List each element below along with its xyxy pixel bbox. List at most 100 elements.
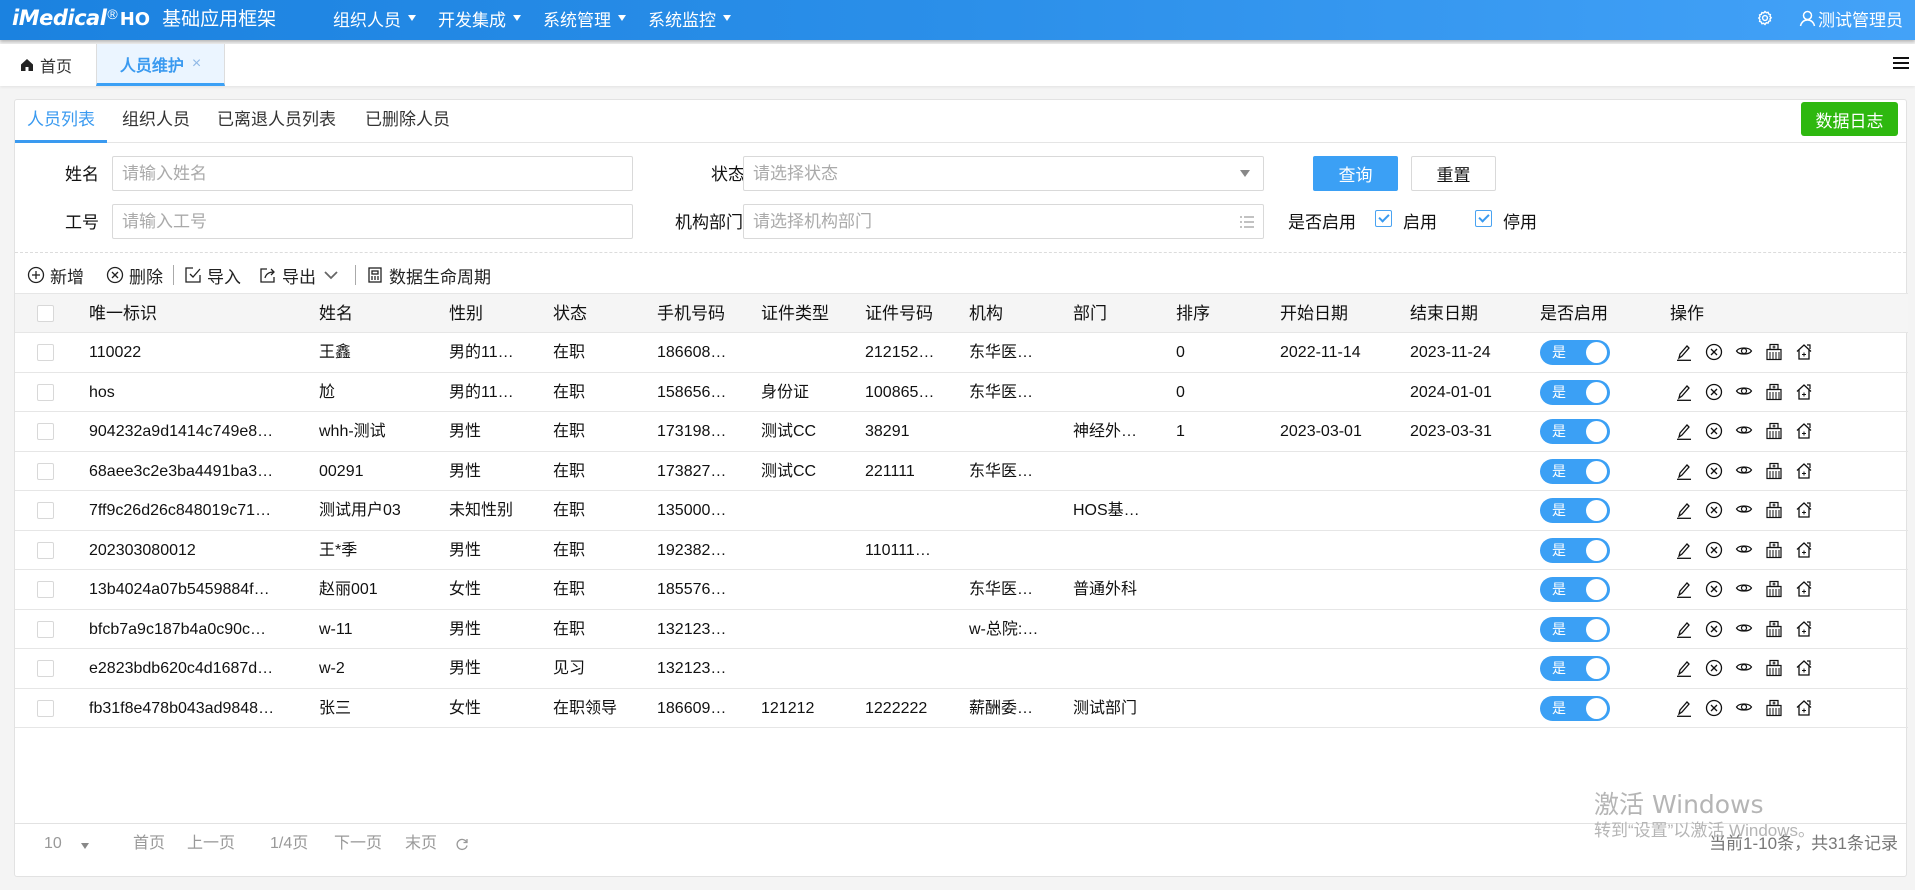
status-select[interactable] xyxy=(743,156,1264,191)
user-menu[interactable]: 测试管理员 xyxy=(1799,6,1903,31)
home-plus-icon[interactable] xyxy=(1795,343,1813,361)
enabled-toggle[interactable]: 是 xyxy=(1540,656,1610,681)
row-checkbox[interactable] xyxy=(37,383,54,401)
add-button[interactable]: 新增 xyxy=(27,263,84,288)
enabled-toggle[interactable]: 是 xyxy=(1540,379,1610,405)
col-cert-type[interactable]: 证件类型 xyxy=(761,294,829,334)
table-row[interactable]: bfcb7a9c187b4a0c90c… w-11 男性 在职 132123… w-总院:… xyxy=(15,610,1908,649)
table-row[interactable]: fb31f8e478b043ad9848… 张三 女性 在职领导 186609… 1212… xyxy=(15,689,1908,728)
hospital-icon[interactable] xyxy=(1765,659,1783,677)
cancel-icon[interactable] xyxy=(1705,501,1723,519)
reset-button[interactable]: 重置 xyxy=(1411,156,1496,191)
col-name[interactable]: 姓名 xyxy=(319,294,353,334)
home-plus-icon[interactable] xyxy=(1795,541,1813,559)
hospital-icon[interactable] xyxy=(1765,422,1783,440)
table-row[interactable]: 202303080012 王*季 男性 在职 192382… 110111… 是 xyxy=(15,531,1908,570)
edit-icon[interactable] xyxy=(1675,580,1693,598)
view-icon[interactable] xyxy=(1735,383,1753,401)
home-plus-icon[interactable] xyxy=(1795,462,1813,480)
edit-icon[interactable] xyxy=(1675,699,1693,717)
hospital-icon[interactable] xyxy=(1765,383,1783,401)
table-row[interactable]: hos 尬 男的11… 在职 158656… 身份证 100865… 东华医… 0 2024-01… xyxy=(15,373,1908,412)
home-plus-icon[interactable] xyxy=(1795,580,1813,598)
view-icon[interactable] xyxy=(1735,620,1753,638)
cancel-icon[interactable] xyxy=(1705,659,1723,677)
enabled-toggle[interactable]: 是 xyxy=(1540,498,1610,523)
hospital-icon[interactable] xyxy=(1765,541,1783,559)
row-checkbox[interactable] xyxy=(37,344,54,361)
enabled-toggle[interactable]: 是 xyxy=(1540,616,1610,642)
table-row[interactable]: e2823bdb620c4d1687d… w-2 男性 见习 132123… 是 xyxy=(15,649,1908,689)
edit-icon[interactable] xyxy=(1675,383,1693,401)
row-checkbox[interactable] xyxy=(37,462,54,480)
view-icon[interactable] xyxy=(1735,462,1753,480)
data-lifecycle-button[interactable]: 数据生命周期 xyxy=(366,263,491,288)
table-row[interactable]: 68aee3c2e3ba4491ba3… 00291 男性 在职 173827… 测试CC… xyxy=(15,452,1908,491)
org-dept-select[interactable] xyxy=(743,204,1264,239)
col-sort[interactable]: 排序 xyxy=(1176,294,1210,334)
col-org[interactable]: 机构 xyxy=(969,294,1003,334)
home-plus-icon[interactable] xyxy=(1795,501,1813,519)
home-plus-icon[interactable] xyxy=(1795,659,1813,677)
edit-icon[interactable] xyxy=(1675,541,1693,559)
view-icon[interactable] xyxy=(1735,343,1753,361)
cancel-icon[interactable] xyxy=(1705,422,1723,440)
home-plus-icon[interactable] xyxy=(1795,620,1813,638)
tab-person-maintenance[interactable]: 人员维护 × xyxy=(96,44,225,86)
cancel-icon[interactable] xyxy=(1705,383,1723,401)
home-plus-icon[interactable] xyxy=(1795,383,1813,401)
col-cert-no[interactable]: 证件号码 xyxy=(865,294,933,334)
prev-page-link[interactable]: 上一页 xyxy=(187,824,235,864)
data-log-button[interactable]: 数据日志 xyxy=(1801,102,1898,136)
row-checkbox[interactable] xyxy=(37,660,54,677)
col-phone[interactable]: 手机号码 xyxy=(657,294,725,334)
org-dept-input[interactable] xyxy=(743,204,1264,239)
last-page-link[interactable]: 末页 xyxy=(405,824,437,864)
edit-icon[interactable] xyxy=(1675,462,1693,480)
close-icon[interactable]: × xyxy=(192,55,201,73)
hospital-icon[interactable] xyxy=(1765,501,1783,519)
table-row[interactable]: 13b4024a07b5459884f… 赵丽001 女性 在职 185576… 东华医…… xyxy=(15,570,1908,610)
first-page-link[interactable]: 首页 xyxy=(133,824,165,864)
hospital-icon[interactable] xyxy=(1765,343,1783,361)
refresh-icon[interactable] xyxy=(455,837,469,851)
hospital-icon[interactable] xyxy=(1765,580,1783,598)
list-icon[interactable] xyxy=(1239,215,1255,229)
enabled-checkbox[interactable] xyxy=(1375,210,1392,227)
view-icon[interactable] xyxy=(1735,501,1753,519)
enabled-toggle[interactable]: 是 xyxy=(1540,458,1610,484)
next-page-link[interactable]: 下一页 xyxy=(334,824,382,864)
nav-org-people[interactable]: 组织人员 xyxy=(333,6,416,31)
delete-button[interactable]: 删除 xyxy=(106,263,163,288)
cancel-icon[interactable] xyxy=(1705,343,1723,361)
name-input[interactable] xyxy=(112,156,633,191)
nav-system-management[interactable]: 系统管理 xyxy=(543,6,626,31)
row-checkbox[interactable] xyxy=(37,581,54,598)
view-icon[interactable] xyxy=(1735,580,1753,598)
row-checkbox[interactable] xyxy=(37,423,54,440)
hospital-icon[interactable] xyxy=(1765,620,1783,638)
edit-icon[interactable] xyxy=(1675,659,1693,677)
row-checkbox[interactable] xyxy=(37,620,54,638)
enabled-toggle[interactable]: 是 xyxy=(1540,695,1610,721)
hospital-icon[interactable] xyxy=(1765,462,1783,480)
enabled-toggle[interactable]: 是 xyxy=(1540,340,1610,365)
cancel-icon[interactable] xyxy=(1705,620,1723,638)
row-checkbox[interactable] xyxy=(37,502,54,519)
col-id[interactable]: 唯一标识 xyxy=(89,294,157,334)
col-end-date[interactable]: 结束日期 xyxy=(1410,294,1478,334)
cancel-icon[interactable] xyxy=(1705,462,1723,480)
col-enabled[interactable]: 是否启用 xyxy=(1540,294,1608,334)
tab-home[interactable]: 首页 xyxy=(20,44,72,86)
nav-dev-integration[interactable]: 开发集成 xyxy=(438,6,521,31)
row-checkbox[interactable] xyxy=(37,541,54,559)
subtab-org-people[interactable]: 组织人员 xyxy=(122,100,190,143)
view-icon[interactable] xyxy=(1735,659,1753,677)
row-checkbox[interactable] xyxy=(37,699,54,717)
table-row[interactable]: 7ff9c26d26c848019c71… 测试用户03 未知性别 在职 135000…… xyxy=(15,491,1908,531)
page-size-select[interactable]: 10 xyxy=(44,824,62,864)
import-button[interactable]: 导入 xyxy=(184,263,241,288)
subtab-retired-list[interactable]: 已离退人员列表 xyxy=(217,100,336,143)
col-start-date[interactable]: 开始日期 xyxy=(1280,294,1348,334)
view-icon[interactable] xyxy=(1735,699,1753,717)
